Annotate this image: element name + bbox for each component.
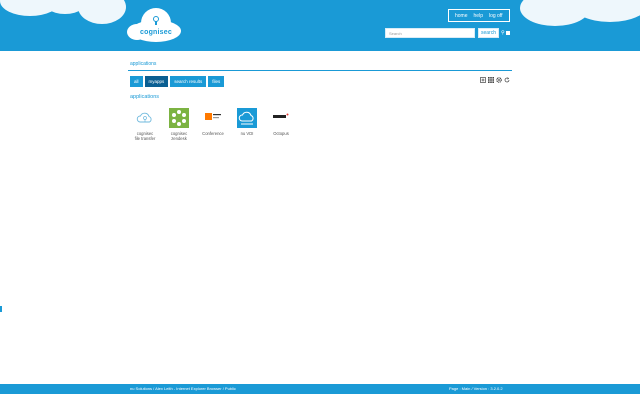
top-nav: home help log off xyxy=(448,9,510,22)
nav-logoff-link[interactable]: log off xyxy=(489,13,503,19)
app-label: Conference xyxy=(202,131,224,136)
filter-files-button[interactable]: files xyxy=(208,76,225,87)
checkbox-icon[interactable] xyxy=(505,30,510,35)
add-icon[interactable] xyxy=(480,77,486,83)
logo[interactable]: cognisec xyxy=(127,6,185,44)
nav-home-link[interactable]: home xyxy=(455,13,468,19)
grid-icon[interactable] xyxy=(488,77,494,83)
app-label: cognisec zendesk xyxy=(171,131,188,141)
nav-help-link[interactable]: help xyxy=(474,13,483,19)
filter-myapps-button[interactable]: myapps xyxy=(144,76,169,87)
section-divider xyxy=(128,70,512,71)
app-label: Octopus xyxy=(273,131,289,136)
footer-session-info: nu Solutions / Alex Leith - Internet Exp… xyxy=(130,386,236,391)
options-icon: ⚲ xyxy=(501,30,505,36)
app-tile[interactable]: cognisec file transfer xyxy=(128,108,162,141)
vdi-cloud-icon xyxy=(237,108,257,128)
app-tile[interactable]: cognisec zendesk xyxy=(162,108,196,141)
header-bar: cognisec home help log off search ⚲ xyxy=(0,0,640,51)
cloud-share-icon xyxy=(136,112,152,123)
lock-stem xyxy=(155,21,157,25)
footer-bar: nu Solutions / Alex Leith - Internet Exp… xyxy=(0,384,640,394)
app-label: cognisec file transfer xyxy=(135,131,156,141)
app-tile[interactable]: Octopus xyxy=(264,108,298,141)
app-tile[interactable]: nu VDI xyxy=(230,108,264,141)
app-grid: cognisec file transfer cognisec zendesk Co… xyxy=(128,108,298,141)
section-title: applications xyxy=(130,61,157,67)
filter-search-results-button[interactable]: search results xyxy=(170,76,207,87)
app-tile[interactable]: Conference xyxy=(196,108,230,141)
app-label-line2: zendesk xyxy=(171,136,187,141)
filter-bar: all myapps search results files xyxy=(130,76,225,87)
cloud-decoration xyxy=(78,0,126,24)
app-label: nu VDI xyxy=(240,131,254,136)
app-label-line2: file transfer xyxy=(134,136,156,141)
apps-heading: applications xyxy=(130,94,160,100)
filter-all-button[interactable]: all xyxy=(130,76,143,87)
edge-marker xyxy=(0,306,2,312)
orange-icon xyxy=(205,113,221,120)
refresh-icon[interactable] xyxy=(504,77,510,83)
search-button[interactable]: search xyxy=(478,28,499,38)
zendesk-icon xyxy=(169,108,189,128)
search-input[interactable] xyxy=(385,28,475,38)
gear-icon[interactable] xyxy=(496,77,502,83)
octopus-icon xyxy=(273,113,289,118)
view-tools xyxy=(480,77,510,83)
search-options[interactable]: ⚲ xyxy=(501,30,511,36)
footer-version-info: Page : Main / Version : 3.2.0.2 xyxy=(449,386,503,391)
logo-text: cognisec xyxy=(140,29,172,36)
